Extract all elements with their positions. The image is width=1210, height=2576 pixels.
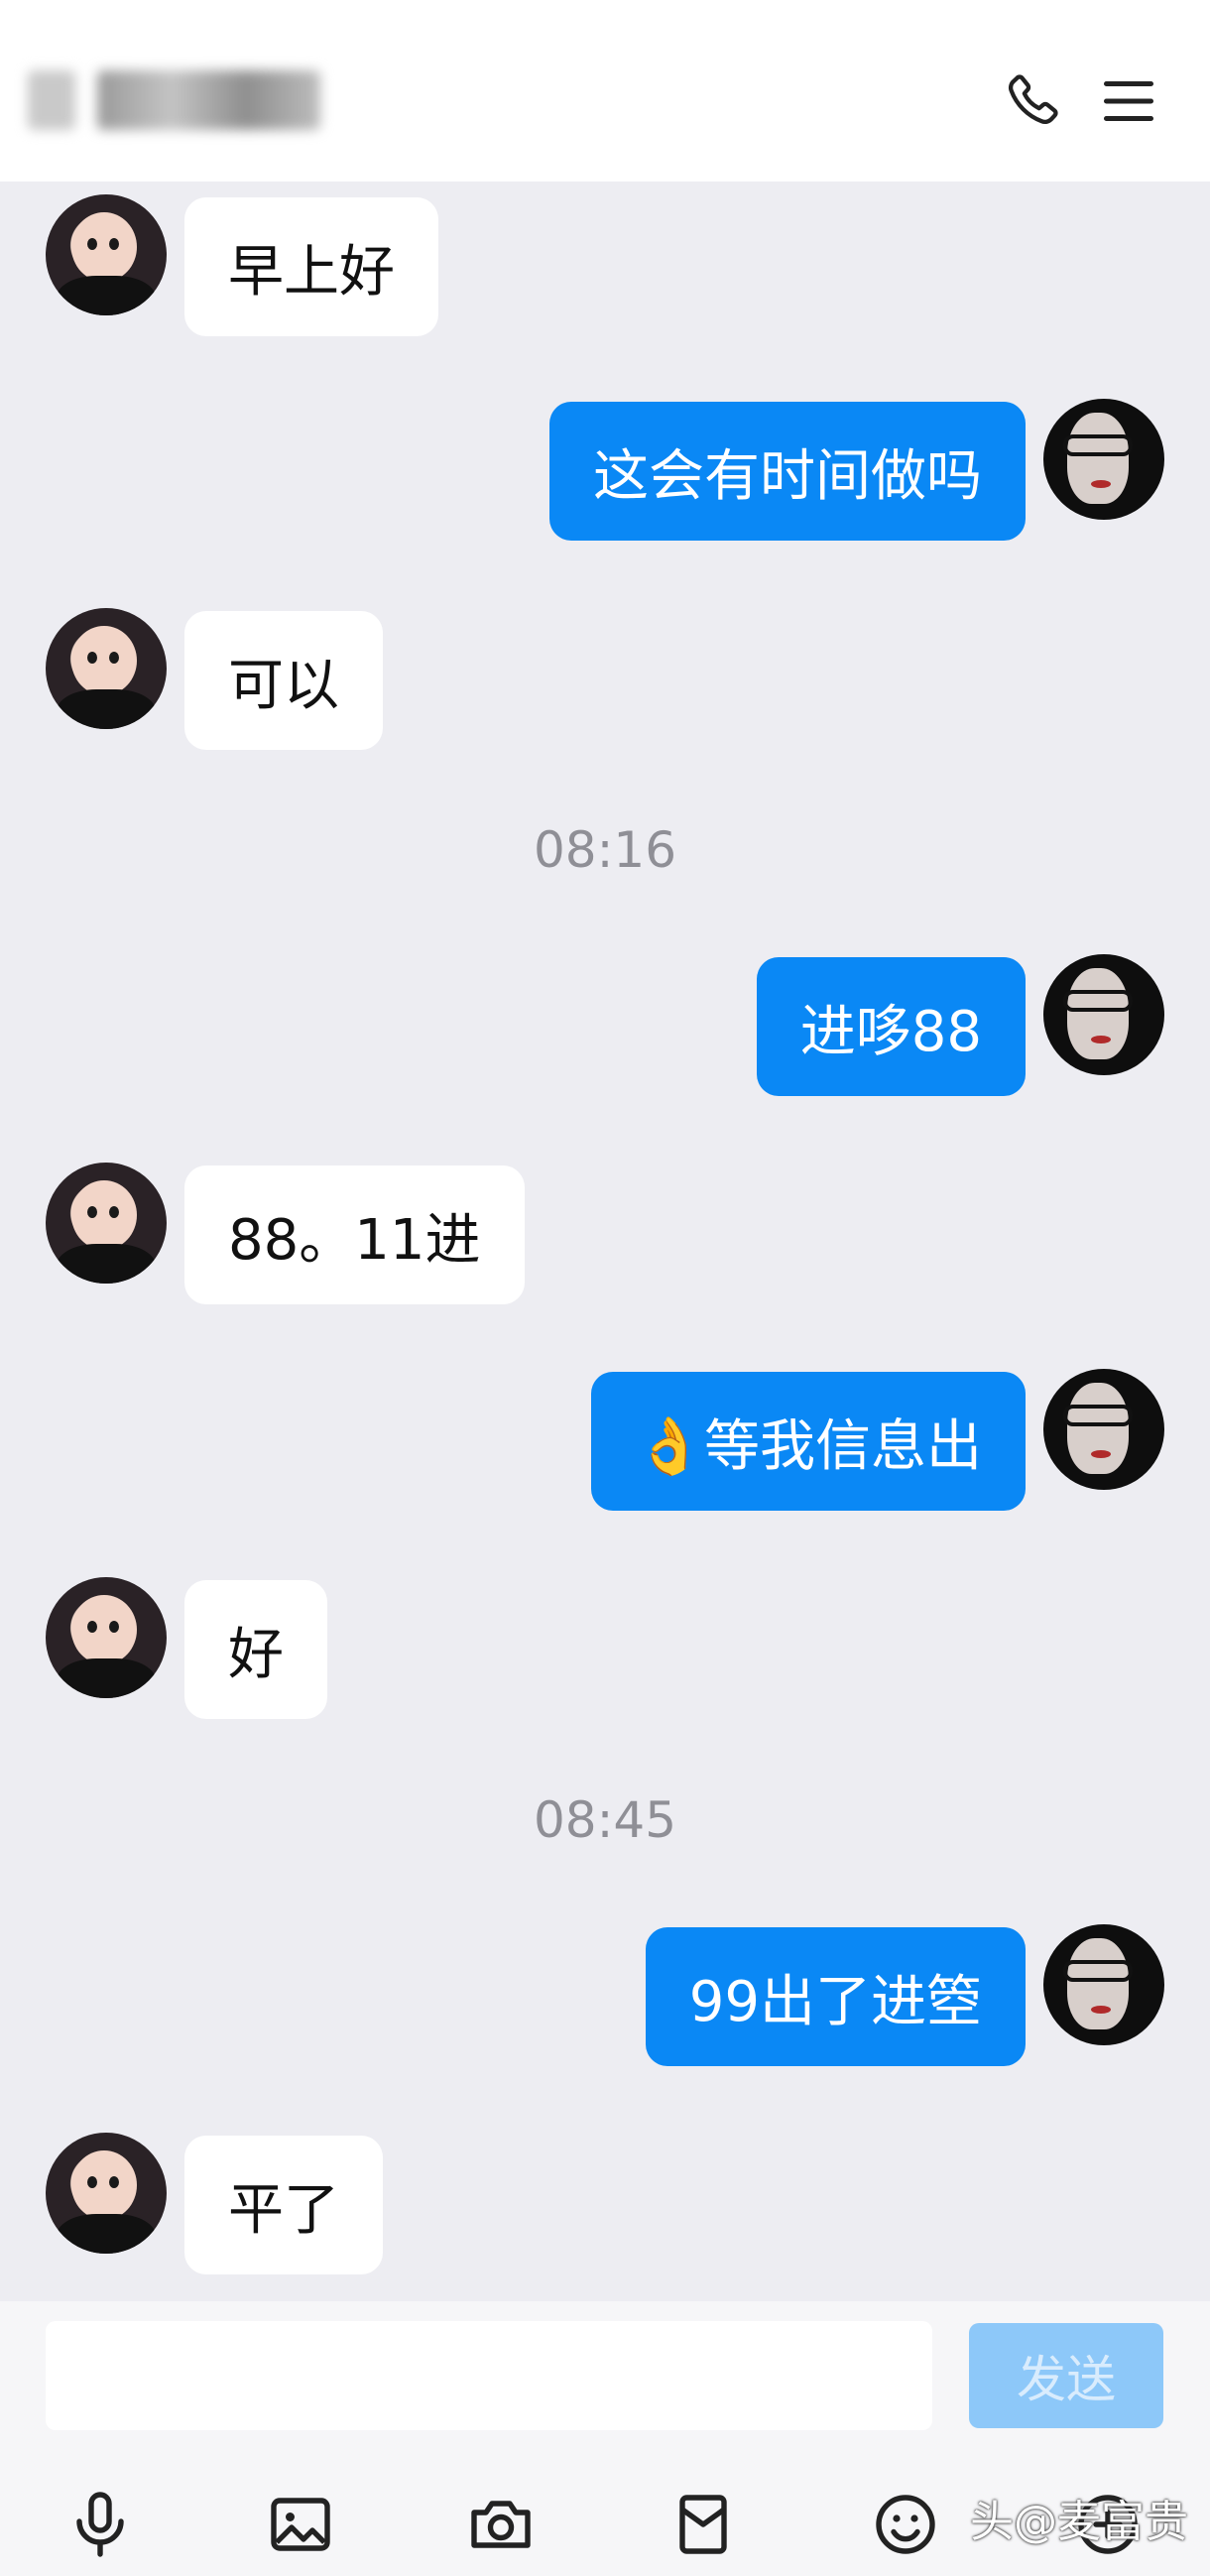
outgoing-message-bubble[interactable]: 👌等我信息出 [591, 1372, 1026, 1511]
my-avatar[interactable] [1043, 1369, 1164, 1490]
emoji-button[interactable] [861, 2480, 950, 2569]
watermark-text: 头@麦富贵 [970, 2497, 1188, 2547]
chat-screen: 早上好 这会有时间做吗 可以 08:16 进哆88 88。11进 👌等我信息出 [0, 0, 1210, 2576]
contact-name-blurred [28, 61, 365, 139]
message-row: 好 [0, 1577, 1210, 1719]
incoming-message-bubble[interactable]: 好 [184, 1580, 327, 1719]
phone-icon [1008, 74, 1058, 125]
incoming-message-bubble[interactable]: 平了 [184, 2136, 383, 2274]
message-row: 这会有时间做吗 [0, 399, 1210, 541]
incoming-message-bubble[interactable]: 早上好 [184, 197, 438, 336]
image-icon [271, 2498, 330, 2551]
time-divider: 08:45 [533, 1791, 677, 1849]
voice-button[interactable] [56, 2480, 145, 2569]
message-row: 可以 [0, 608, 1210, 750]
message-row: 平了 [0, 2133, 1210, 2274]
blurred-name-placeholder [97, 70, 320, 130]
contact-avatar[interactable] [46, 608, 167, 729]
my-avatar[interactable] [1043, 954, 1164, 1075]
red-packet-button[interactable] [659, 2480, 748, 2569]
message-row: 88。11进 [0, 1163, 1210, 1304]
my-avatar[interactable] [1043, 399, 1164, 520]
chat-header [0, 0, 1210, 182]
contact-avatar[interactable] [46, 194, 167, 315]
message-row: 99出了进箜 [0, 1924, 1210, 2066]
emoji-icon [876, 2495, 935, 2554]
outgoing-message-bubble[interactable]: 99出了进箜 [645, 1927, 1026, 2066]
incoming-message-bubble[interactable]: 可以 [184, 611, 383, 750]
call-button[interactable] [992, 61, 1071, 141]
contact-avatar[interactable] [46, 2133, 167, 2254]
time-divider: 08:16 [533, 821, 677, 879]
microphone-icon [76, 2492, 124, 2557]
camera-button[interactable] [456, 2480, 545, 2569]
contact-avatar[interactable] [46, 1577, 167, 1698]
message-row: 进哆88 [0, 954, 1210, 1096]
hamburger-menu-icon [1104, 81, 1153, 121]
message-row: 👌等我信息出 [0, 1369, 1210, 1511]
message-input[interactable] [46, 2321, 932, 2430]
red-packet-icon [679, 2495, 727, 2554]
message-row: 早上好 [0, 194, 1210, 336]
send-button[interactable]: 发送 [969, 2323, 1163, 2428]
outgoing-message-bubble[interactable]: 进哆88 [756, 957, 1026, 1096]
blurred-avatar-placeholder [28, 70, 75, 130]
incoming-message-bubble[interactable]: 88。11进 [184, 1165, 525, 1304]
contact-avatar[interactable] [46, 1163, 167, 1284]
outgoing-message-bubble[interactable]: 这会有时间做吗 [549, 402, 1026, 541]
menu-button[interactable] [1089, 61, 1168, 141]
image-button[interactable] [256, 2480, 345, 2569]
my-avatar[interactable] [1043, 1924, 1164, 2045]
camera-icon [471, 2501, 531, 2548]
